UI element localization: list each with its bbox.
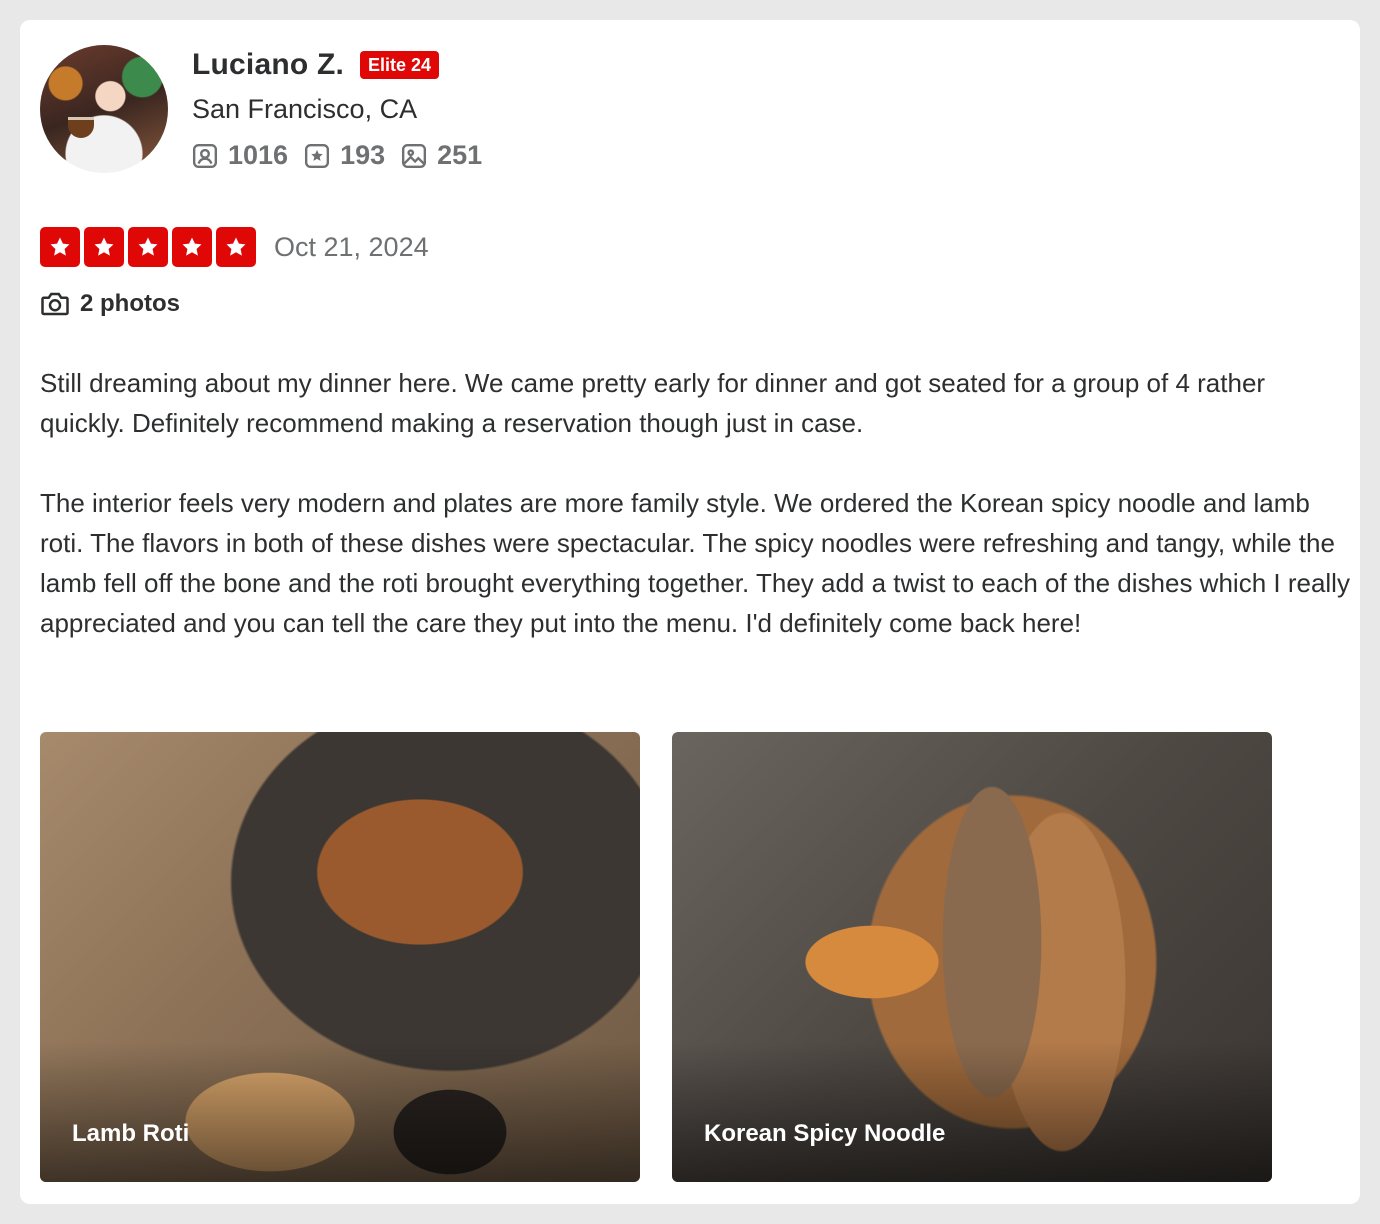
reviewer-avatar[interactable]	[40, 45, 168, 173]
star-rating	[40, 227, 256, 267]
stat-photos: 251	[401, 140, 482, 171]
avatar-drink-detail	[68, 117, 94, 138]
elite-badge[interactable]: Elite 24	[360, 51, 440, 79]
rating-row: Oct 21, 2024	[40, 227, 429, 267]
star-icon	[182, 237, 202, 256]
photo-icon	[402, 143, 427, 168]
star-3	[128, 227, 168, 267]
star-1	[40, 227, 80, 267]
review-paragraph-1: Still dreaming about my dinner here. We …	[40, 368, 1266, 438]
review-star-icon	[305, 143, 330, 168]
review-photo-korean-spicy-noodle[interactable]: Korean Spicy Noodle	[672, 732, 1272, 1182]
friends-icon	[192, 143, 218, 168]
reviewer-name[interactable]: Luciano Z.	[192, 48, 344, 82]
camera-icon	[41, 292, 69, 316]
reviewer-stats: 1016 193 251	[192, 140, 482, 171]
reviews-count: 193	[340, 140, 386, 170]
photo-caption-gradient	[672, 1042, 1272, 1182]
star-2	[84, 227, 124, 267]
star-5	[216, 227, 256, 267]
photo-caption-gradient	[40, 1042, 640, 1182]
photos-link-label: 2 photos	[80, 290, 180, 317]
reviewer-location: San Francisco, CA	[192, 94, 418, 124]
photo-caption: Korean Spicy Noodle	[704, 1120, 946, 1147]
star-icon	[226, 237, 246, 256]
photos-count: 251	[437, 140, 483, 170]
star-icon	[94, 237, 114, 256]
review-body: Still dreaming about my dinner here. We …	[40, 363, 1350, 683]
reviewer-name-row: Luciano Z. Elite 24	[192, 48, 440, 82]
photo-caption: Lamb Roti	[72, 1120, 190, 1147]
star-4	[172, 227, 212, 267]
photos-link[interactable]: 2 photos	[40, 290, 180, 318]
star-icon	[50, 237, 70, 256]
review-date: Oct 21, 2024	[274, 231, 429, 262]
review-card: Luciano Z. Elite 24 San Francisco, CA 10…	[20, 20, 1360, 1204]
stat-reviews: 193	[304, 140, 385, 171]
star-icon	[138, 237, 158, 256]
review-paragraph-2: The interior feels very modern and plate…	[40, 488, 1350, 638]
review-photo-lamb-roti[interactable]: Lamb Roti	[40, 732, 640, 1182]
friends-count: 1016	[228, 140, 289, 170]
stat-friends: 1016	[192, 140, 288, 171]
